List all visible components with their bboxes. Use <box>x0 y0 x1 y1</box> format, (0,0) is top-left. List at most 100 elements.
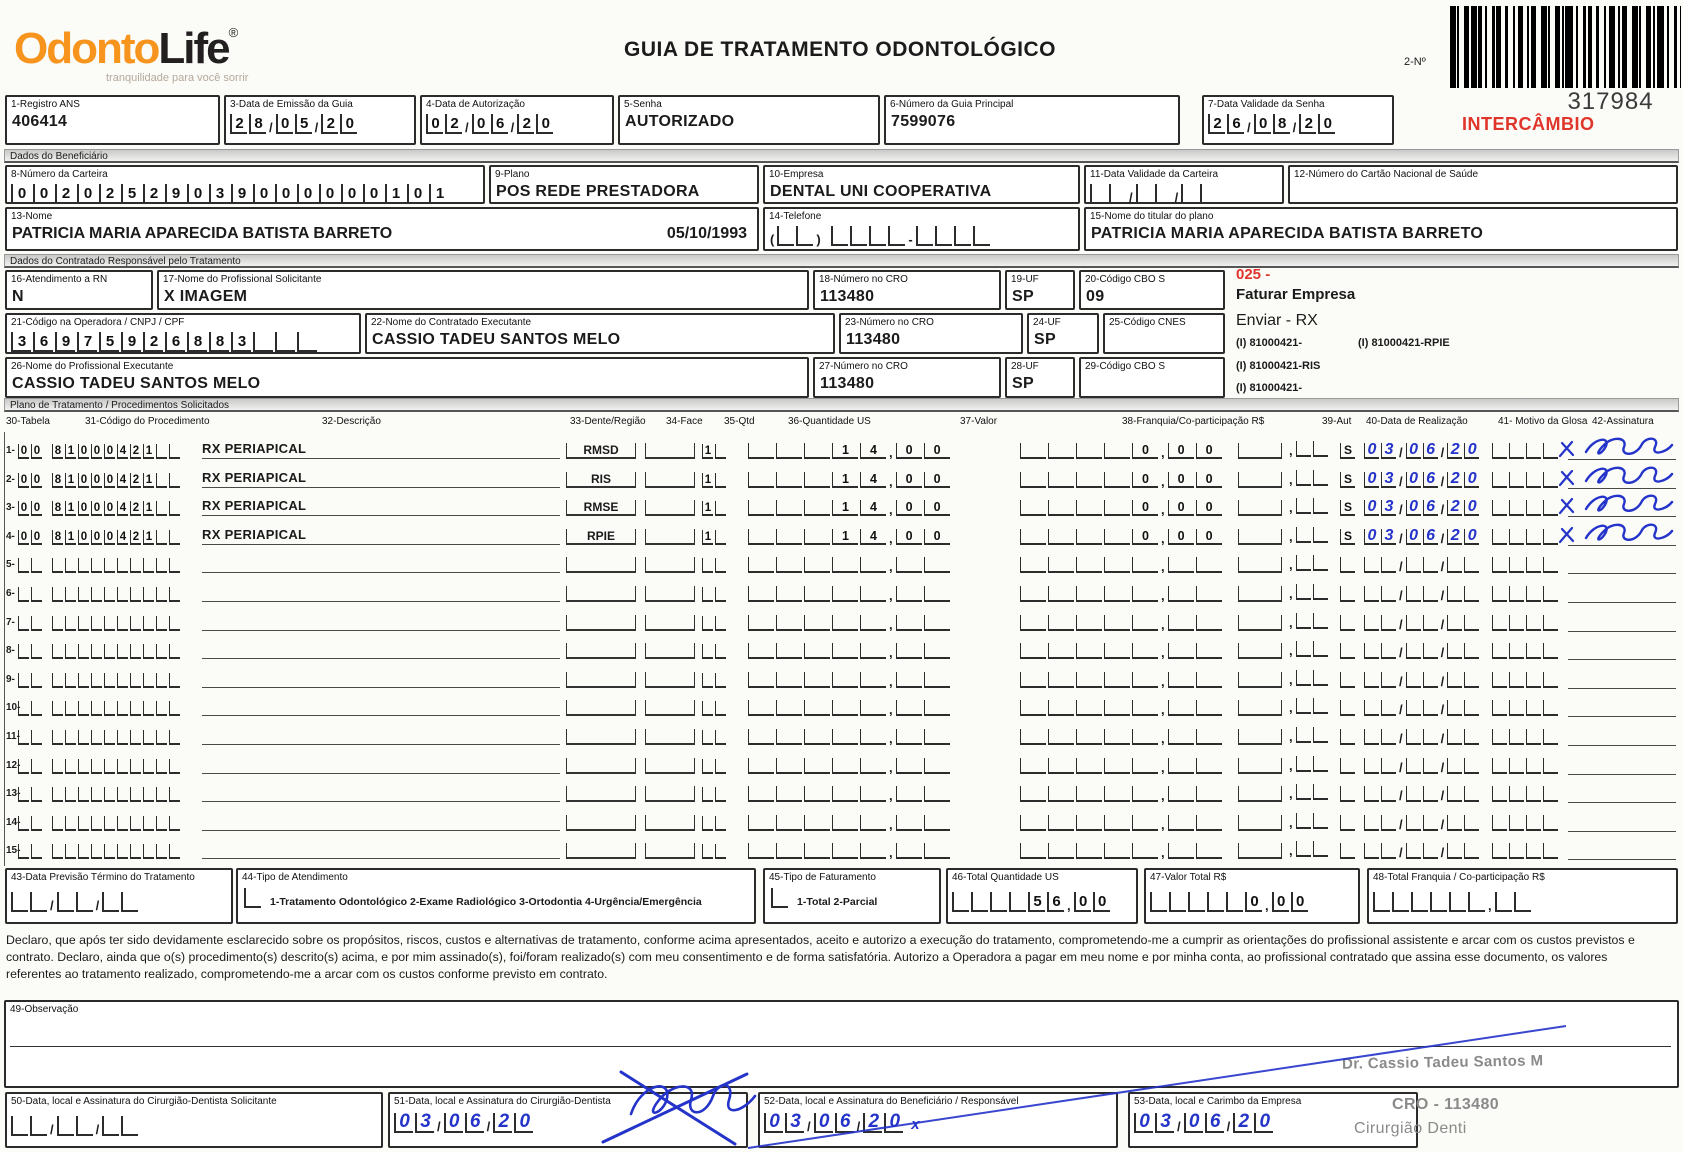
comb-cell <box>1464 671 1480 688</box>
grid-cell <box>645 643 695 660</box>
comb-cell: 0 <box>1364 442 1379 459</box>
comb-cell <box>1295 812 1311 829</box>
comb-cell <box>748 843 774 860</box>
comb-cell <box>702 701 713 717</box>
comb-separator: , <box>889 502 893 518</box>
comb-cell <box>1076 557 1102 574</box>
field-tipo-atendimento: 44-Tipo de Atendimento 1-Tratamento Odon… <box>236 868 756 924</box>
comb-cell <box>1411 892 1428 912</box>
comb-field: 36975926883 <box>11 332 317 352</box>
comb-field: , <box>748 757 950 774</box>
comb-separator: , <box>1289 729 1293 744</box>
comb-cell: 0 <box>514 1112 534 1133</box>
comb-cell <box>1020 586 1046 602</box>
comb-cell <box>143 644 154 660</box>
comb-cell <box>804 500 830 517</box>
comb-cell <box>117 615 128 631</box>
comb-cell <box>1464 586 1480 602</box>
comb-separator: , <box>889 473 893 489</box>
comb-field <box>1492 614 1558 631</box>
comb-cell <box>31 730 42 745</box>
comb-cell <box>1526 471 1541 488</box>
comb-cell <box>1076 500 1102 517</box>
comb-field: 00 <box>18 501 42 517</box>
comb-cell <box>169 730 180 745</box>
comb-field <box>18 701 42 717</box>
comb-cell: 0 <box>253 184 273 204</box>
comb-cell <box>804 757 830 774</box>
comb-cell: 0 <box>923 500 950 517</box>
grid-cell: RPIE <box>566 528 636 545</box>
comb-cell <box>776 729 802 745</box>
comb-cell <box>1526 500 1541 517</box>
comb-cell <box>1104 500 1130 517</box>
comb-cell <box>156 758 167 774</box>
comb-cell <box>748 700 774 717</box>
comb-cell <box>804 700 830 717</box>
comb-cell <box>748 614 774 631</box>
data-autorizacao-value: 0 2/0 6/2 0 <box>422 110 612 134</box>
comb-separator: , <box>889 731 893 746</box>
comb-field <box>1492 500 1558 517</box>
comb-separator: / <box>1440 588 1445 603</box>
grid-cell <box>1238 586 1282 602</box>
comb-cell <box>1048 443 1074 459</box>
field-profissional-solicitante: 17-Nome do Profissional Solicitante X IM… <box>157 270 809 310</box>
comb-cell <box>31 672 42 688</box>
comb-cell: 0 <box>340 114 358 134</box>
comb-cell <box>1167 586 1194 602</box>
tipo-atendimento-options: 1-Tratamento Odontológico 2-Exame Radiol… <box>270 896 702 908</box>
comb-separator: , <box>1289 471 1293 487</box>
grid-cell <box>645 471 695 488</box>
comb-cell: 6 <box>1047 892 1064 912</box>
comb-cell: 0 <box>895 443 922 459</box>
comb-cell <box>702 615 713 631</box>
comb-cell: 0 <box>31 501 42 517</box>
comb-cell <box>1405 814 1421 831</box>
declaration-line: Declaro, que após ter sido devidamente e… <box>6 933 1635 947</box>
comb-cell: 0 <box>91 444 102 459</box>
comb-cell <box>52 672 63 688</box>
comb-cell <box>117 644 128 660</box>
comb-cell <box>1076 471 1102 488</box>
comb-cell <box>65 587 76 602</box>
comb-cell <box>156 529 167 545</box>
comb-cell <box>776 671 802 688</box>
comb-cell <box>748 557 774 574</box>
comb-field: , <box>748 586 950 602</box>
logo-odonto: Odonto <box>14 24 160 73</box>
numero-carteira-value: 00202529039000000101 <box>7 180 483 204</box>
comb-separator: ) <box>816 232 821 247</box>
grid-cell <box>645 443 695 459</box>
assinatura-solicitante-data: / / <box>7 1107 381 1136</box>
row-number: 1- <box>6 445 15 456</box>
comb-cell <box>776 500 802 517</box>
comb-cell <box>1447 814 1463 831</box>
comb-cell <box>169 758 180 774</box>
comb-cell <box>1447 614 1463 631</box>
comb-field: S <box>1340 528 1355 545</box>
comb-cell <box>804 614 830 631</box>
scanned-dental-form: OdontoLife® tranquilidade para você sorr… <box>0 0 1683 1152</box>
comb-cell <box>52 587 63 602</box>
comb-field: / / <box>11 892 139 912</box>
comb-cell <box>275 332 295 352</box>
comb-cell <box>1167 671 1194 688</box>
comb-cell <box>1509 443 1524 459</box>
comb-cell <box>1076 729 1102 745</box>
comb-cell <box>1076 757 1102 774</box>
comb-separator: , <box>1161 559 1165 575</box>
comb-cell <box>18 644 29 660</box>
column-header: 40-Data de Realização <box>1366 416 1468 427</box>
comb-field: 1 <box>702 444 726 459</box>
comb-cell <box>104 701 115 717</box>
comb-cell <box>1526 443 1541 459</box>
comb-cell <box>1526 757 1541 774</box>
comb-cell <box>18 758 29 774</box>
comb-separator: / <box>1440 530 1445 546</box>
comb-cell <box>923 557 950 574</box>
comb-cell: 0 <box>1464 442 1480 459</box>
comb-cell <box>804 586 830 602</box>
comb-field <box>52 701 180 717</box>
comb-cell <box>860 643 886 660</box>
